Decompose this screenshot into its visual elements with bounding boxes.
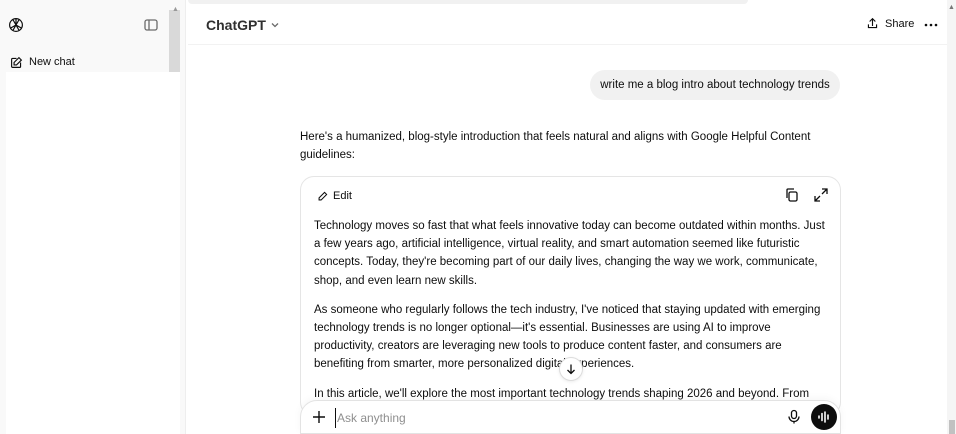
copy-icon[interactable]: [784, 187, 800, 203]
scroll-to-bottom-button[interactable]: [559, 357, 583, 381]
share-label: Share: [885, 17, 915, 30]
microphone-icon[interactable]: [786, 409, 802, 425]
canvas-paragraph: Technology moves so fast that what feels…: [314, 220, 825, 287]
model-name: ChatGPT: [206, 17, 266, 33]
edit-pencil-icon: [11, 56, 23, 68]
page-scrollbar[interactable]: ▲: [947, 0, 956, 434]
edit-button[interactable]: Edit: [309, 185, 360, 207]
scrollbar-thumb[interactable]: [949, 420, 955, 434]
edit-pencil-icon: [318, 191, 328, 200]
user-message-text: write me a blog intro about technology t…: [600, 79, 830, 91]
more-dots-icon: [924, 23, 938, 27]
sidebar-scrollbar[interactable]: [169, 10, 180, 72]
share-upload-icon: [867, 17, 878, 29]
arrow-down-icon: [567, 364, 575, 375]
scroll-up-arrow-icon[interactable]: ▲: [948, 4, 955, 11]
message-composer: [300, 400, 841, 434]
new-chat-button[interactable]: New chat: [6, 50, 166, 74]
voice-wave-icon: [818, 411, 829, 423]
sidebar-panel: [6, 72, 180, 434]
share-button[interactable]: Share: [866, 17, 914, 30]
plus-icon[interactable]: [311, 409, 327, 425]
canvas-document-body: Technology moves so fast that what feels…: [314, 217, 830, 414]
more-options-button[interactable]: [923, 18, 939, 32]
model-selector[interactable]: ChatGPT: [206, 17, 280, 33]
expand-icon[interactable]: [813, 187, 829, 203]
voice-mode-button[interactable]: [811, 404, 837, 430]
scroll-up-arrow-icon[interactable]: ▲: [172, 6, 179, 13]
sidebar: ▲ New chat: [0, 0, 186, 434]
top-bar: ChatGPT Share: [188, 0, 956, 44]
header-divider: [188, 44, 956, 45]
ask-input[interactable]: [335, 408, 735, 428]
chevron-down-icon: [271, 23, 279, 28]
assistant-message-intro: Here's a humanized, blog-style introduct…: [300, 131, 811, 161]
openai-logo-icon[interactable]: [7, 16, 25, 34]
sidebar-toggle-icon[interactable]: [143, 17, 159, 33]
edit-label: Edit: [333, 190, 352, 202]
new-chat-label: New chat: [29, 56, 75, 68]
user-message-bubble: write me a blog intro about technology t…: [590, 70, 840, 100]
